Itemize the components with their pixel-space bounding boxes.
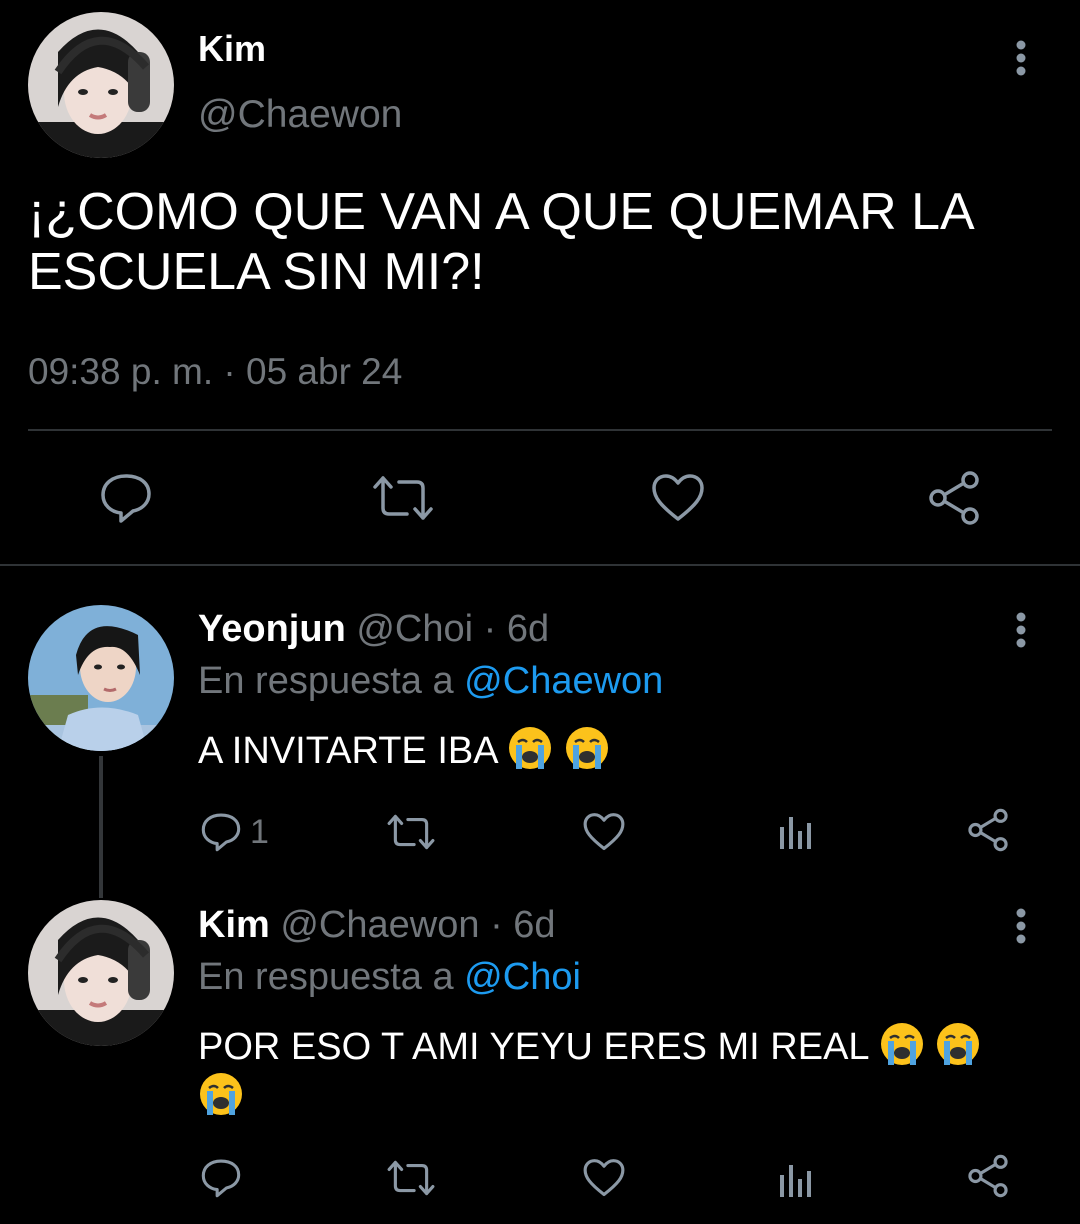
reply2-separator: ·: [490, 904, 503, 946]
reply2-header: Kim @Chaewon · 6d: [198, 904, 556, 947]
reply2-share-button[interactable]: [966, 1154, 1010, 1198]
reply-icon: [201, 813, 241, 852]
reply2-reply-context: En respuesta a @Choi: [198, 956, 581, 999]
reply2-retweet-button[interactable]: [386, 1156, 436, 1200]
main-reply-button[interactable]: [96, 468, 156, 528]
main-more-icon[interactable]: [1001, 33, 1041, 83]
reply1-text: A INVITARTE IBA: [198, 725, 1048, 775]
reply1-display-name[interactable]: Yeonjun: [198, 608, 346, 650]
reply2-handle[interactable]: @Chaewon: [280, 904, 479, 946]
analytics-icon: [780, 1165, 811, 1197]
reply2-time: 6d: [513, 904, 556, 946]
reply1-reply-prefix: En respuesta a: [198, 660, 454, 702]
reply2-reply-button[interactable]: [200, 1156, 250, 1200]
crying-face-emoji: [937, 1023, 980, 1065]
analytics-icon: [780, 817, 811, 849]
crying-face-emoji: [880, 1023, 923, 1065]
main-avatar[interactable]: [28, 12, 174, 158]
main-divider: [28, 429, 1052, 431]
retweet-icon: [387, 814, 435, 850]
crying-face-emoji: [509, 727, 552, 769]
reply1-retweet-button[interactable]: [386, 810, 436, 854]
share-icon: [968, 808, 1008, 852]
reply2-text-content: POR ESO T AMI YEYU ERES MI REAL: [198, 1026, 869, 1068]
share-icon: [929, 471, 979, 525]
reply-icon: [101, 474, 151, 523]
reply2-mention-link[interactable]: @Choi: [464, 956, 581, 998]
reply2-like-button[interactable]: [582, 1156, 626, 1200]
reply1-handle[interactable]: @Choi: [356, 608, 473, 650]
crying-face-emoji: [200, 1073, 242, 1115]
reply2-text: POR ESO T AMI YEYU ERES MI REAL: [198, 1021, 1018, 1121]
section-divider: [0, 564, 1080, 566]
retweet-icon: [387, 1160, 435, 1196]
main-handle[interactable]: @Chaewon: [198, 93, 402, 137]
reply2-display-name[interactable]: Kim: [198, 904, 270, 946]
crying-face-emoji: [565, 727, 608, 769]
reply2-avatar[interactable]: [28, 900, 174, 1046]
tweet-detail-screen: Kim @Chaewon ¡¿COMO QUE VAN A QUE QUEMAR…: [0, 0, 1080, 1224]
reply1-separator: ·: [483, 608, 497, 650]
reply2-reply-prefix: En respuesta a: [198, 956, 454, 998]
reply-icon: [201, 1159, 241, 1198]
main-share-button[interactable]: [924, 468, 984, 528]
like-icon: [583, 1159, 625, 1197]
reply1-reply-count: 1: [250, 812, 269, 851]
reply2-analytics-button[interactable]: [778, 1158, 814, 1202]
thread-connector: [99, 756, 103, 898]
reply1-like-button[interactable]: [582, 810, 626, 854]
main-tweet-text: ¡¿COMO QUE VAN A QUE QUEMAR LA ESCUELA S…: [28, 183, 972, 301]
main-display-name[interactable]: Kim: [198, 28, 266, 70]
share-icon: [968, 1154, 1008, 1198]
reply1-avatar[interactable]: [28, 605, 174, 751]
reply1-reply-button[interactable]: 1: [200, 810, 269, 854]
reply1-more-icon[interactable]: [1001, 605, 1041, 655]
reply1-analytics-button[interactable]: [778, 810, 814, 854]
like-icon: [583, 813, 625, 851]
reply2-more-icon[interactable]: [1001, 901, 1041, 951]
reply1-time: 6d: [506, 608, 550, 650]
reply1-text-content: A INVITARTE IBA: [198, 730, 497, 772]
retweet-icon: [373, 476, 433, 520]
main-timestamp: 09:38 p. m. · 05 abr 24: [28, 351, 403, 392]
reply1-share-button[interactable]: [966, 808, 1010, 852]
main-retweet-button[interactable]: [370, 468, 436, 528]
reply1-reply-context: En respuesta a @Chaewon: [198, 660, 663, 703]
reply1-header: Yeonjun @Choi · 6d: [198, 608, 549, 651]
like-icon: [652, 474, 704, 521]
reply1-mention-link[interactable]: @Chaewon: [464, 660, 663, 702]
main-like-button[interactable]: [648, 468, 708, 528]
